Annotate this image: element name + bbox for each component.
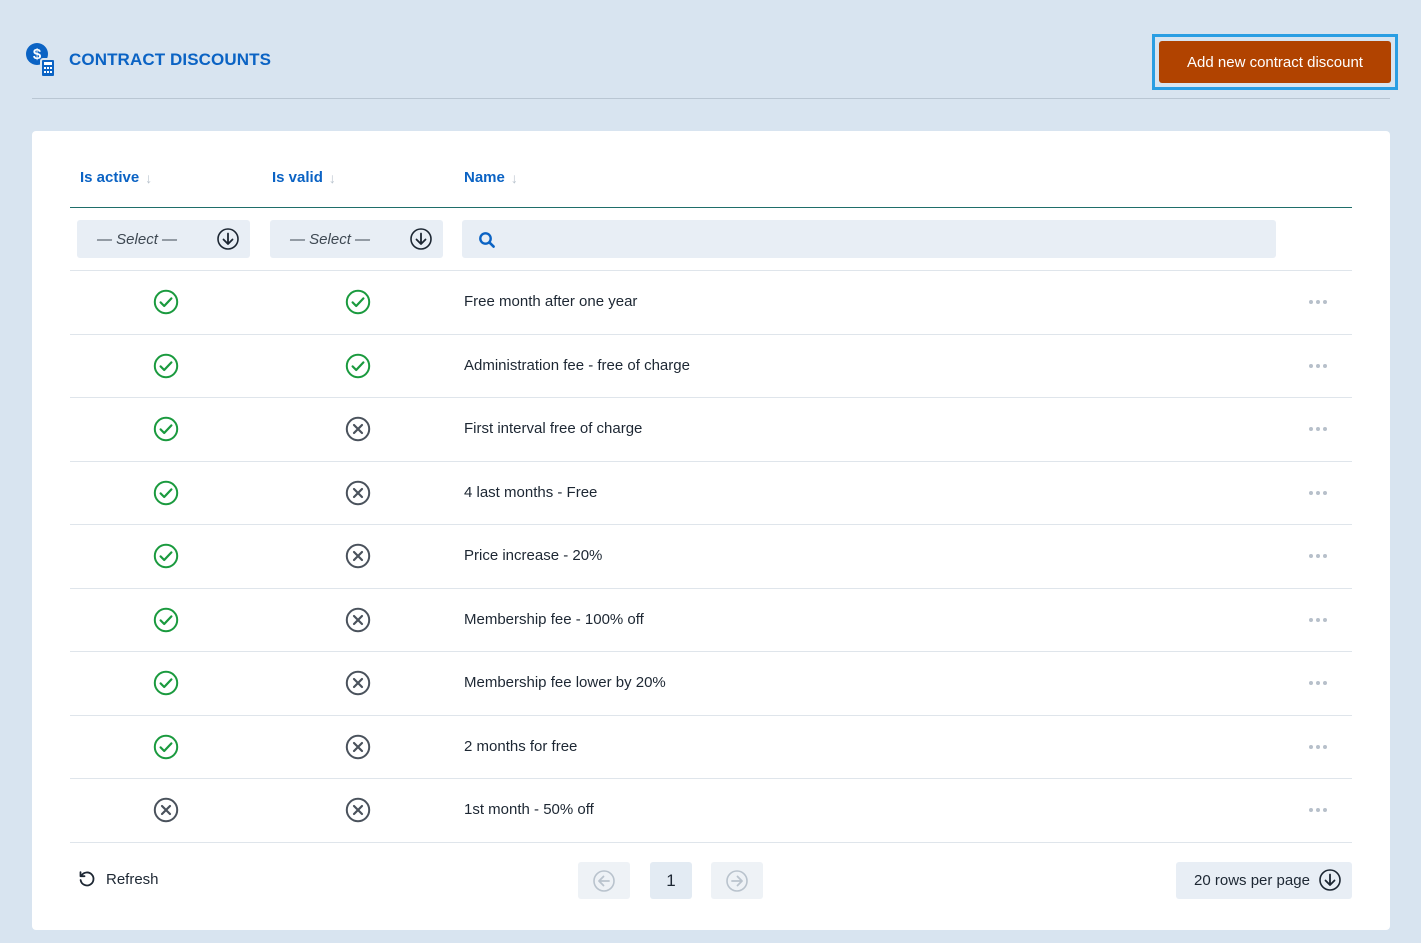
more-options-icon[interactable]: [1304, 670, 1332, 696]
select-value: — Select —: [97, 230, 178, 248]
refresh-button[interactable]: Refresh: [78, 870, 159, 888]
filter-row: — Select — — Select —: [70, 208, 1352, 271]
discount-name: 4 last months - Free: [464, 483, 598, 501]
x-circle-icon: [345, 670, 371, 696]
table-row[interactable]: 1st month - 50% off: [70, 779, 1352, 843]
sort-arrow-down-icon[interactable]: ↓: [511, 170, 518, 186]
more-options-icon[interactable]: [1304, 353, 1332, 379]
discount-name: Membership fee - 100% off: [464, 610, 644, 628]
column-header-is-valid[interactable]: Is valid ↓: [272, 169, 336, 186]
sort-arrow-down-icon[interactable]: ↓: [329, 170, 336, 186]
discount-name: 1st month - 50% off: [464, 801, 594, 818]
rows-per-page-select[interactable]: 20 rows per page: [1176, 862, 1352, 899]
page-number-button[interactable]: 1: [650, 862, 692, 899]
table-footer: Refresh 1 20 rows per page: [70, 862, 1352, 900]
x-circle-icon: [345, 480, 371, 506]
arrow-left-circle-icon: [593, 869, 615, 892]
name-search-input[interactable]: [462, 220, 1276, 258]
discount-name: Membership fee lower by 20%: [464, 674, 666, 691]
is-active-select[interactable]: — Select —: [77, 220, 250, 258]
discount-name: 2 months for free: [464, 737, 578, 755]
check-circle-icon: [345, 289, 371, 315]
title-wrap: $ CONTRACT DISCOUNTS: [25, 42, 271, 78]
table-row[interactable]: Membership fee lower by 20%: [70, 652, 1352, 716]
search-icon: [479, 232, 495, 248]
more-options-icon[interactable]: [1304, 734, 1332, 760]
discount-name: Price increase - 20%: [464, 547, 603, 564]
chevron-down-circle-icon: [1319, 869, 1341, 891]
next-page-button[interactable]: [711, 862, 763, 899]
more-options-icon[interactable]: [1304, 607, 1332, 633]
discount-name: Administration fee - free of charge: [464, 356, 690, 374]
column-label: Is valid: [272, 169, 323, 186]
x-circle-icon: [345, 543, 371, 569]
check-circle-icon: [153, 607, 179, 633]
check-circle-icon: [153, 670, 179, 696]
check-circle-icon: [153, 480, 179, 506]
table-row[interactable]: Administration fee - free of charge: [70, 335, 1352, 398]
x-circle-icon: [153, 797, 179, 823]
page-title: CONTRACT DISCOUNTS: [69, 50, 272, 69]
table-row[interactable]: Membership fee - 100% off: [70, 589, 1352, 652]
chevron-down-circle-icon: [410, 228, 432, 250]
select-value: — Select —: [290, 230, 371, 248]
more-options-icon[interactable]: [1304, 480, 1332, 506]
table-row[interactable]: 4 last months - Free: [70, 462, 1352, 525]
table-row[interactable]: 2 months for free: [70, 716, 1352, 779]
prev-page-button[interactable]: [578, 862, 630, 899]
discounts-table: Is active ↓ Is valid ↓ Name ↓ — Select —: [70, 131, 1352, 843]
dollar-calculator-icon: $: [25, 42, 61, 78]
column-label: Name: [464, 169, 505, 186]
x-circle-icon: [345, 734, 371, 760]
more-options-icon[interactable]: [1304, 416, 1332, 442]
x-circle-icon: [345, 797, 371, 823]
arrow-right-circle-icon: [726, 869, 748, 892]
chevron-down-circle-icon: [217, 228, 239, 250]
is-valid-select[interactable]: — Select —: [270, 220, 443, 258]
table-row[interactable]: Free month after one year: [70, 271, 1352, 335]
x-circle-icon: [345, 607, 371, 633]
check-circle-icon: [153, 289, 179, 315]
more-options-icon[interactable]: [1304, 797, 1332, 823]
add-button-focus-ring: Add new contract discount: [1152, 34, 1398, 90]
check-circle-icon: [153, 353, 179, 379]
table-header: Is active ↓ Is valid ↓ Name ↓: [70, 131, 1352, 208]
column-label: Is active: [80, 169, 140, 186]
check-circle-icon: [153, 543, 179, 569]
table-row[interactable]: First interval free of charge: [70, 398, 1352, 462]
more-options-icon[interactable]: [1304, 543, 1332, 569]
table-row[interactable]: Price increase - 20%: [70, 525, 1352, 589]
refresh-label: Refresh: [106, 870, 159, 888]
table-body: Free month after one year Administration …: [70, 271, 1352, 843]
add-contract-discount-button[interactable]: Add new contract discount: [1159, 41, 1391, 83]
x-circle-icon: [345, 416, 371, 442]
check-circle-icon: [153, 416, 179, 442]
refresh-icon: [79, 871, 95, 887]
check-circle-icon: [345, 353, 371, 379]
more-options-icon[interactable]: [1304, 289, 1332, 315]
page-header: $ CONTRACT DISCOUNTS Add new contract di…: [26, 32, 1398, 99]
discount-name: First interval free of charge: [464, 420, 643, 437]
sort-arrow-down-icon[interactable]: ↓: [145, 170, 152, 186]
column-header-name[interactable]: Name ↓: [464, 169, 518, 186]
discount-name: Free month after one year: [464, 293, 638, 310]
discounts-card: Is active ↓ Is valid ↓ Name ↓ — Select —: [32, 131, 1390, 930]
check-circle-icon: [153, 734, 179, 760]
rows-per-page-label: 20 rows per page: [1194, 872, 1310, 889]
column-header-is-active[interactable]: Is active ↓: [80, 169, 152, 186]
